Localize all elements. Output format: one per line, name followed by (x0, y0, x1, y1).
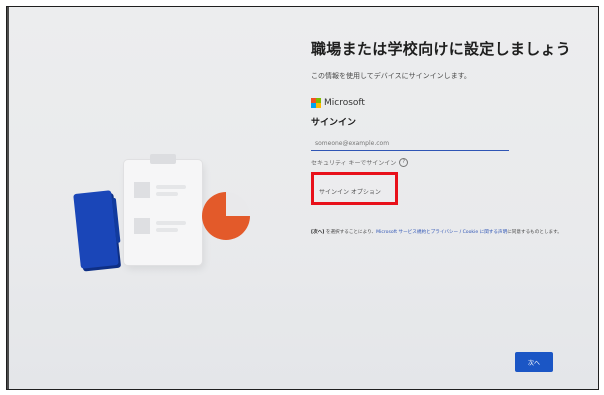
signin-heading: サインイン (311, 118, 357, 128)
page-title: 職場または学校向けに設定しましょう (311, 40, 572, 58)
illustration (67, 152, 267, 282)
microsoft-brand: Microsoft (311, 98, 581, 108)
text-line-shape (156, 185, 186, 189)
legal-bold: [次へ] (311, 230, 325, 235)
microsoft-logo-icon (311, 98, 321, 108)
checkbox-shape (134, 218, 150, 234)
signin-panel: 職場または学校向けに設定しましょう この情報を使用してデバイスにサインインします… (311, 38, 581, 236)
pie-chart-illustration (202, 192, 250, 240)
highlight-box: サインイン オプション (311, 172, 398, 205)
next-button[interactable]: 次へ (515, 352, 553, 372)
signin-options-link[interactable]: サインイン オプション (319, 187, 381, 196)
checkbox-shape (134, 182, 150, 198)
text-line-shape (156, 221, 186, 225)
text-line-shape (156, 192, 178, 196)
legal-text-2: に同意するものとします。 (507, 230, 562, 235)
help-icon[interactable]: ? (399, 158, 409, 167)
security-key-link[interactable]: セキュリティ キーでサインイン ? (311, 158, 581, 167)
terms-privacy-link[interactable]: Microsoft サービス規約とプライバシー / Cookie に関する声明 (376, 230, 507, 235)
microsoft-label: Microsoft (324, 98, 365, 108)
security-key-label: セキュリティ キーでサインイン (311, 160, 397, 167)
text-line-shape (156, 228, 178, 232)
legal-notice: [次へ] を選択することにより、Microsoft サービス規約とプライバシー … (311, 229, 586, 236)
clipboard-clip (150, 154, 176, 164)
screen-edge (7, 7, 9, 389)
legal-text-1: を選択することにより、 (324, 230, 377, 235)
email-input[interactable] (311, 136, 509, 151)
clipboard-illustration (124, 154, 202, 265)
page-subtitle: この情報を使用してデバイスにサインインします。 (311, 72, 471, 80)
folder-illustration (73, 190, 119, 269)
